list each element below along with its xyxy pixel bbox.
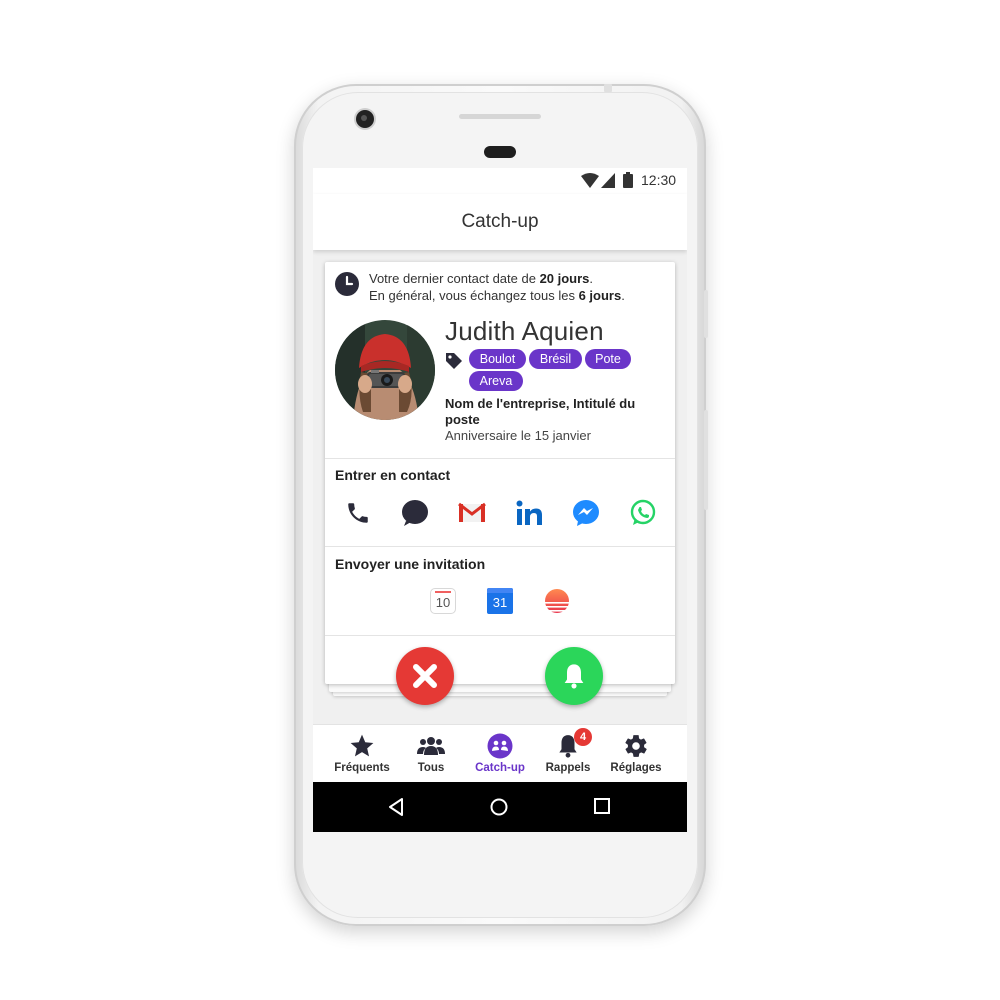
top-sensor: [604, 84, 612, 92]
invite-section-title: Envoyer une invitation: [335, 556, 486, 572]
gmail-icon[interactable]: [457, 498, 487, 528]
avatar: [335, 320, 435, 420]
recents-icon[interactable]: [594, 798, 610, 814]
nav-item-reglages[interactable]: Réglages: [599, 725, 673, 783]
divider: [325, 546, 675, 547]
divider: [325, 458, 675, 459]
sunrise-calendar-icon[interactable]: [542, 586, 572, 616]
power-button: [704, 290, 708, 338]
nav-item-catchup[interactable]: Catch-up: [463, 725, 537, 783]
gear-icon: [625, 735, 647, 757]
catchup-icon: [487, 733, 513, 759]
whatsapp-icon[interactable]: [628, 498, 658, 528]
nav-item-rappels[interactable]: 4 Rappels: [531, 725, 605, 783]
birthday-text: Anniversaire le 15 janvier: [445, 428, 591, 443]
close-icon: [413, 664, 437, 688]
star-icon: [350, 734, 374, 757]
system-nav-bar: [313, 782, 687, 832]
nav-item-tous[interactable]: Tous: [394, 725, 468, 783]
clock-icon: [335, 272, 359, 296]
group-icon: [417, 737, 445, 755]
last-contact-line-1: Votre dernier contact date de 20 jours.: [369, 271, 594, 286]
catchup-card[interactable]: Votre dernier contact date de 20 jours. …: [325, 262, 675, 684]
sms-icon[interactable]: [400, 498, 430, 528]
notification-badge: 4: [574, 728, 592, 746]
last-contact-info: Votre dernier contact date de 20 jours. …: [369, 270, 625, 304]
linkedin-icon[interactable]: [514, 498, 544, 528]
volume-button: [704, 410, 708, 510]
bottom-nav: Fréquents Tous Catch-up 4 Rappels Réglag…: [313, 724, 687, 783]
home-icon[interactable]: [490, 798, 508, 816]
front-camera: [356, 110, 374, 128]
google-calendar-icon[interactable]: 31: [485, 586, 515, 616]
back-icon[interactable]: [388, 798, 404, 816]
battery-icon: [623, 172, 633, 188]
messenger-icon[interactable]: [571, 498, 601, 528]
apple-calendar-icon[interactable]: 10: [428, 586, 458, 616]
tag-chip[interactable]: Pote: [585, 349, 631, 369]
remind-button[interactable]: [545, 647, 603, 705]
status-time: 12:30: [641, 172, 677, 188]
app-bar: Catch-up: [313, 194, 687, 250]
earpiece-speaker: [459, 114, 541, 119]
dismiss-button[interactable]: [396, 647, 454, 705]
tag-chip[interactable]: Areva: [469, 371, 523, 391]
status-bar: 12:30: [313, 168, 687, 194]
light-sensor: [484, 146, 516, 158]
contact-frequency-line: En général, vous échangez tous les 6 jou…: [369, 288, 625, 303]
company-title: Nom de l'entreprise, Intitulé du poste: [445, 396, 636, 427]
contact-name: Judith Aquien: [445, 316, 604, 346]
nav-item-frequents[interactable]: Fréquents: [325, 725, 399, 783]
tag-chip[interactable]: Boulot: [469, 349, 526, 369]
bell-icon: [564, 664, 584, 689]
phone-screen: 12:30 Catch-up Votre dernier contact dat…: [313, 168, 687, 832]
tag-chip[interactable]: Brésil: [529, 349, 582, 369]
signal-icon: [601, 173, 615, 188]
tag-icon: [446, 353, 462, 369]
phone-icon[interactable]: [343, 498, 373, 528]
page-title: Catch-up: [461, 211, 539, 232]
contact-section-title: Entrer en contact: [335, 467, 451, 483]
wifi-icon: [581, 173, 599, 188]
divider: [325, 635, 675, 636]
